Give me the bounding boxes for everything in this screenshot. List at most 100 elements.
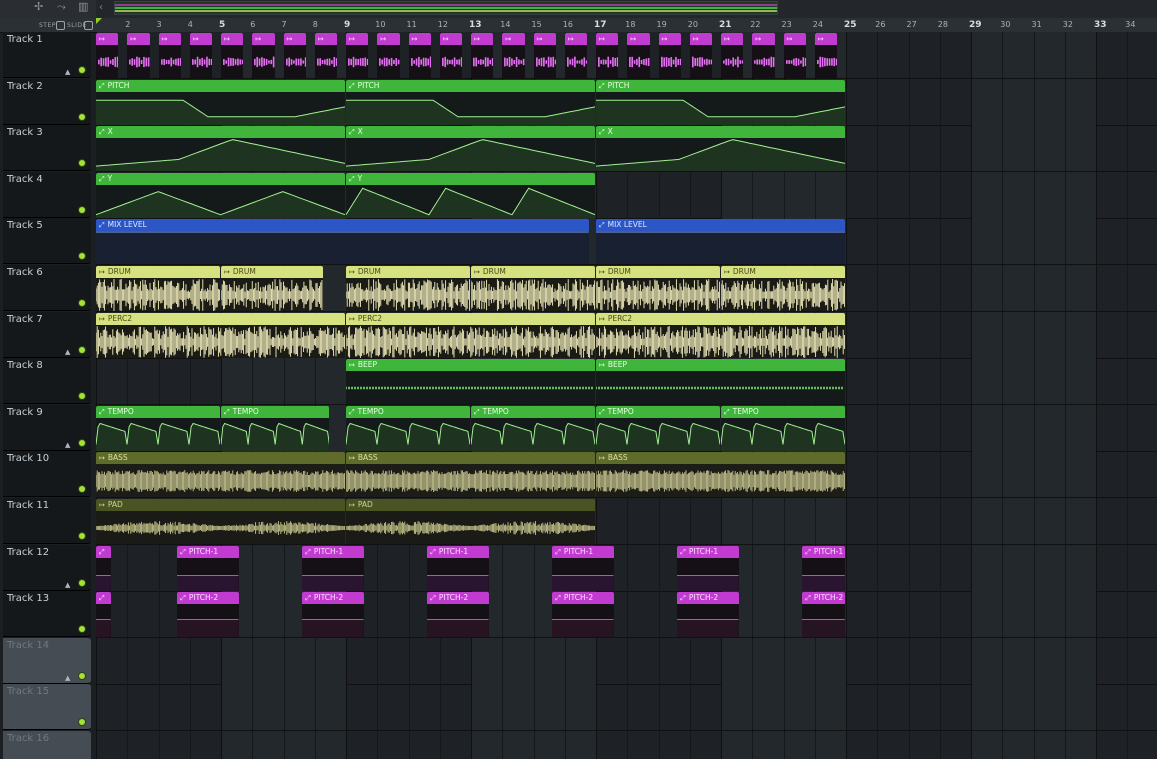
clip-title[interactable]: ↦	[814, 33, 838, 45]
track-collapse-icon[interactable]: ▲	[65, 674, 70, 682]
clip-title[interactable]: ↦ BASS	[596, 452, 845, 465]
clip-title[interactable]: ⤢ PITCH-2	[552, 592, 614, 605]
track-header[interactable]: Track 5	[3, 218, 91, 265]
automation-clip[interactable]: ⤢ PITCH-2	[177, 592, 239, 638]
clip-title[interactable]: ↦ PERC2	[596, 312, 845, 325]
track-mute-led[interactable]	[79, 67, 85, 73]
track-mute-led[interactable]	[79, 346, 85, 353]
automation-clip[interactable]: ⤢ PITCH-2	[552, 592, 614, 638]
automation-clip[interactable]: ⤢ X	[96, 126, 345, 172]
automation-clip[interactable]: ⤢ Y	[96, 172, 345, 218]
track-header[interactable]: Track 15	[3, 684, 91, 731]
clip-title[interactable]: ⤢ PITCH-1	[177, 545, 239, 558]
clip-title[interactable]: ↦ DRUM	[221, 266, 324, 278]
track-mute-led[interactable]	[79, 439, 85, 446]
clip-title[interactable]: ⤢ TEMPO	[96, 405, 220, 418]
clip-title[interactable]: ⤢ PITCH-1	[677, 545, 739, 558]
audio-clip[interactable]: ↦ PERC2	[596, 312, 845, 358]
playlist-grid[interactable]: ↦ ↦ ↦ ↦ ↦ ↦ ↦ ↦ ↦ ↦ ↦ ↦ ↦ ↦ ↦ ↦ ↦ ↦ ↦ ↦ ↦ ↦ ↦ ↦ ⤢ PITCH ⤢ PITCH ⤢ PIT…	[96, 32, 1157, 759]
track-mute-led[interactable]	[79, 253, 85, 260]
track-mute-led[interactable]	[79, 393, 85, 400]
track-collapse-icon[interactable]: ▲	[65, 68, 70, 76]
clip-title[interactable]: ↦	[627, 33, 650, 45]
clip-title[interactable]: ↦	[127, 33, 150, 45]
clip-title[interactable]: ⤢ PITCH-2	[302, 592, 364, 605]
pattern-clip[interactable]: ↦	[96, 33, 119, 78]
automation-clip[interactable]: ⤢ PITCH-2	[302, 592, 364, 638]
song-position-marker[interactable]	[96, 18, 102, 24]
automation-icon[interactable]: ⤳	[57, 1, 66, 13]
automation-clip[interactable]: ⤢ TEMPO	[221, 405, 330, 451]
audio-clip[interactable]: ↦ DRUM	[471, 266, 595, 311]
clip-title[interactable]: ↦	[596, 33, 619, 45]
track-collapse-icon[interactable]: ▲	[65, 441, 70, 449]
clip-title[interactable]: ↦	[658, 33, 681, 45]
pattern-clip[interactable]: ↦	[408, 33, 431, 78]
track-header[interactable]: Track 13	[3, 591, 91, 638]
pattern-icon[interactable]: ✢	[34, 1, 43, 13]
clip-title[interactable]: ⤢ Y	[346, 172, 595, 185]
automation-clip[interactable]: ⤢ TEMPO	[471, 405, 595, 451]
audio-clip[interactable]: ↦ BASS	[96, 452, 345, 498]
audio-clip[interactable]: ↦ PAD	[96, 499, 345, 544]
clip-title[interactable]: ↦	[408, 33, 431, 45]
pattern-clip[interactable]: ↦	[627, 33, 650, 78]
automation-clip[interactable]: ⤢ PITCH	[596, 79, 845, 125]
pattern-clip[interactable]: ↦	[189, 33, 213, 78]
clip-title[interactable]: ↦	[752, 33, 775, 45]
clip-title[interactable]: ↦	[689, 33, 713, 45]
automation-clip[interactable]: ⤢ PITCH	[346, 79, 595, 125]
audio-clip[interactable]: ↦ PAD	[346, 499, 595, 544]
clip-title[interactable]: ↦	[189, 33, 213, 45]
audio-clip[interactable]: ↦ BEEP	[346, 359, 595, 405]
track-header[interactable]: Track 6	[3, 265, 91, 311]
clip-title[interactable]: ⤢ TEMPO	[721, 405, 845, 418]
pattern-clip[interactable]: ↦	[564, 33, 588, 78]
clip-title[interactable]: ⤢ TEMPO	[596, 405, 720, 418]
pattern-clip[interactable]: ↦	[314, 33, 338, 78]
automation-clip[interactable]: ⤢ PITCH-1	[302, 545, 364, 591]
audio-clip[interactable]: ↦ PERC2	[96, 312, 345, 358]
audio-clip[interactable]: ↦ BASS	[596, 452, 845, 498]
audio-clip[interactable]: ↦ PERC2	[346, 312, 595, 358]
timeline-ruler[interactable]: 2 3 4 5 6 7 8 9 10 11 12 13 14 15 16 17 18 19 20 21 22 23 24 25…	[96, 18, 1157, 33]
clip-title[interactable]: ⤢ PITCH	[96, 79, 345, 92]
clip-title[interactable]: ↦ DRUM	[721, 266, 845, 278]
automation-clip[interactable]: ⤢ PITCH-1	[427, 545, 489, 591]
clip-title[interactable]: ↦ DRUM	[596, 266, 720, 278]
clip-title[interactable]: ↦ PAD	[346, 499, 595, 511]
track-header[interactable]: Track 12 ▲	[3, 544, 91, 591]
automation-clip[interactable]: ⤢ X	[596, 126, 845, 172]
pattern-clip[interactable]: ↦	[783, 33, 806, 78]
pattern-clip[interactable]: ↦	[814, 33, 838, 78]
clip-title[interactable]: ⤢ PITCH-1	[302, 545, 364, 558]
clip-title[interactable]: ↦ PERC2	[346, 312, 595, 325]
clip-title[interactable]: ⤢ X	[596, 126, 845, 139]
track-header[interactable]: Track 4	[3, 171, 91, 218]
automation-clip[interactable]: ⤢ PITCH-2	[427, 592, 489, 638]
track-mute-led[interactable]	[79, 160, 85, 167]
track-mute-led[interactable]	[79, 206, 85, 213]
clip-title[interactable]: ↦	[439, 33, 463, 45]
clip-title[interactable]: ⤢ MIX LEVEL	[96, 219, 589, 232]
pattern-clip[interactable]: ↦	[252, 33, 275, 78]
clip-title[interactable]: ↦	[158, 33, 181, 45]
clip-title[interactable]: ⤢	[96, 592, 111, 605]
automation-clip[interactable]: ⤢ PITCH-1	[177, 545, 239, 591]
clip-title[interactable]: ↦	[502, 33, 525, 45]
pattern-clip[interactable]: ↦	[377, 33, 400, 78]
clip-title[interactable]: ↦ BASS	[346, 452, 595, 465]
clip-title[interactable]: ⤢	[96, 545, 111, 558]
track-header[interactable]: Track 9 ▲	[3, 404, 91, 451]
track-header[interactable]: Track 7 ▲	[3, 311, 91, 358]
clip-title[interactable]: ↦	[252, 33, 275, 45]
automation-clip[interactable]: ⤢ TEMPO	[96, 405, 220, 451]
track-mute-led[interactable]	[79, 672, 85, 679]
clip-title[interactable]: ↦ BEEP	[596, 359, 845, 372]
track-lane[interactable]	[96, 731, 1157, 759]
audio-clip[interactable]: ↦ BEEP	[596, 359, 845, 405]
snap-icon[interactable]: ▥	[78, 1, 88, 13]
scroll-left-icon[interactable]: ‹	[99, 2, 103, 13]
clip-title[interactable]: ↦	[377, 33, 400, 45]
track-header[interactable]: Track 3	[3, 125, 91, 172]
